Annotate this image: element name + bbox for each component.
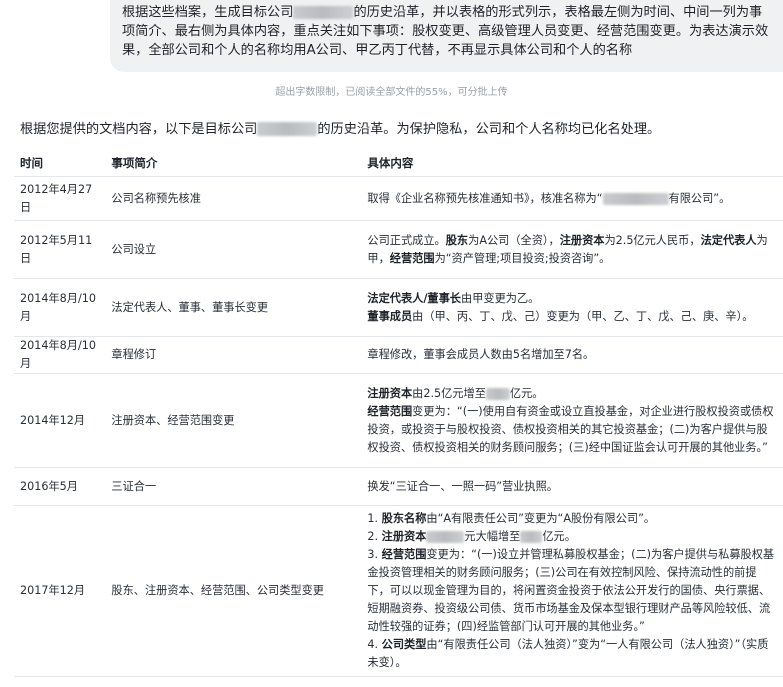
redacted-company-name <box>257 122 318 136</box>
row-item: 注册资本、经营范围变更 <box>105 373 362 468</box>
user-message-text-1: 根据这些档案，生成目标公司 <box>122 5 294 20</box>
list-number: 3. <box>367 548 382 561</box>
row-detail: 取得《企业名称预先核准通知书》，核准名称为“ 有限公司”。 <box>361 176 783 221</box>
detail-bold: 法定代表人/董事长 <box>367 291 461 305</box>
detail-bold: 股东名称 <box>381 512 427 525</box>
detail-bold: 经营范围 <box>367 404 413 418</box>
list-number: 4. <box>367 638 382 651</box>
response-intro: 根据您提供的文档内容，以下是目标公司 的历史沿革。为保护隐私，公司和个人名称均已化… <box>20 118 660 137</box>
detail-bold: 董事成员 <box>367 309 413 323</box>
row-detail: 换发“三证合一、一照一码”营业执照。 <box>361 467 783 506</box>
history-table: 时间 事项简介 具体内容 2012年4月27日 公司名称预先核准 取得《企业名称… <box>14 150 783 677</box>
detail-text: 取得《企业名称预先核准通知书》，核准名称为“ <box>367 191 603 205</box>
detail-text: 元大幅增至 <box>464 530 521 543</box>
row-detail: 法定代表人/董事长由甲变更为乙。 董事成员由（甲、丙、丁、戊、己）变更为（甲、乙… <box>361 278 783 337</box>
table-row: 2014年8月/10月 法定代表人、董事、董事长变更 法定代表人/董事长由甲变更… <box>14 278 783 337</box>
detail-bold: 公司类型 <box>381 638 427 651</box>
row-item: 章程修订 <box>105 336 362 374</box>
list-number: 1. <box>367 512 382 525</box>
redacted-company-name <box>293 5 354 19</box>
detail-text: 为“资产管理;项目投资;投资咨询”。 <box>434 251 611 265</box>
row-detail: 注册资本由2.5亿元增至 亿元。 经营范围变更为：“(一)使用自有资金或设立直投基… <box>361 373 783 468</box>
header-detail: 具体内容 <box>361 150 783 177</box>
row-item: 股东、注册资本、经营范围、公司类型变更 <box>105 505 362 677</box>
header-item: 事项简介 <box>105 150 362 177</box>
row-detail: 章程修改，董事会成员人数由5名增加至7名。 <box>361 336 783 374</box>
detail-text: 为A公司（全资）， <box>468 233 560 247</box>
row-detail: 公司正式成立。股东为A公司（全资），注册资本为2.5亿元人民币，法定代表人为甲，… <box>361 220 783 279</box>
table-row: 2012年4月27日 公司名称预先核准 取得《企业名称预先核准通知书》，核准名称… <box>14 176 783 221</box>
intro-text-1: 根据您提供的文档内容，以下是目标公司 <box>20 122 258 137</box>
detail-bold: 注册资本 <box>559 233 605 247</box>
intro-text-2: 的历史沿革。为保护隐私，公司和个人名称均已化名处理。 <box>317 122 661 137</box>
row-date: 2014年12月 <box>14 373 106 468</box>
detail-bold: 法定代表人 <box>700 233 757 247</box>
detail-bold: 注册资本 <box>381 530 427 543</box>
detail-text: 公司正式成立。 <box>367 233 446 247</box>
redacted-name <box>602 192 669 205</box>
header-date: 时间 <box>14 150 106 177</box>
detail-bold: 经营范围 <box>389 251 435 265</box>
row-date: 2012年5月11日 <box>14 220 106 279</box>
row-date: 2017年12月 <box>14 505 106 677</box>
user-message-bubble: 根据这些档案，生成目标公司 的历史沿革，并以表格的形式列示，表格最左侧为时间、中间… <box>110 0 783 72</box>
row-detail: 1. 股东名称由“A有限责任公司”变更为“A股份有限公司”。 2. 注册资本 元大… <box>361 505 783 677</box>
detail-bold: 注册资本 <box>367 386 413 400</box>
list-number: 2. <box>367 530 382 543</box>
detail-text: 亿元。 <box>509 386 544 400</box>
detail-bold: 股东 <box>445 233 469 247</box>
redacted-amount <box>520 531 543 543</box>
table-header-row: 时间 事项简介 具体内容 <box>14 150 783 177</box>
table-row: 2016年5月 三证合一 换发“三证合一、一照一码”营业执照。 <box>14 467 783 506</box>
detail-bold: 经营范围 <box>381 548 427 561</box>
row-date: 2012年4月27日 <box>14 176 106 221</box>
upload-limit-hint: 超出字数限制，已阅读全部文件的55%，可分批上传 <box>275 87 508 98</box>
row-date: 2014年8月/10月 <box>14 278 106 337</box>
row-date: 2014年8月/10月 <box>14 336 106 374</box>
detail-text: 变更为：“(一)设立并管理私募股权基金；(二)为客户提供与私募股权基金投资管理相… <box>367 548 775 633</box>
detail-text: 为2.5亿元人民币， <box>604 233 701 247</box>
redacted-amount <box>485 387 510 400</box>
detail-text: 由“有限责任公司（法人独资）”变为“一人有限公司（法人独资）”（实质未变）。 <box>367 638 769 669</box>
detail-text: 变更为：“(一)使用自有资金或设立直投基金，对企业进行股权投资或债权投资，或投资… <box>367 404 774 454</box>
detail-text: 由（甲、丙、丁、戊、己）变更为（甲、乙、丁、戊、己、庚、辛）。 <box>412 309 754 323</box>
row-item: 公司设立 <box>105 220 362 279</box>
row-item: 法定代表人、董事、董事长变更 <box>105 278 362 337</box>
detail-text: 有限公司”。 <box>668 191 731 205</box>
detail-text: 由甲变更为乙。 <box>461 291 540 305</box>
row-date: 2016年5月 <box>14 467 106 506</box>
detail-text: 由2.5亿元增至 <box>412 386 486 400</box>
table-row: 2014年12月 注册资本、经营范围变更 注册资本由2.5亿元增至 亿元。 经营范… <box>14 373 783 468</box>
table-row: 2012年5月11日 公司设立 公司正式成立。股东为A公司（全资），注册资本为2… <box>14 220 783 279</box>
row-item: 三证合一 <box>105 467 362 506</box>
detail-text: 亿元。 <box>542 530 576 543</box>
detail-text: 由“A有限责任公司”变更为“A股份有限公司”。 <box>426 512 656 525</box>
row-item: 公司名称预先核准 <box>105 176 362 221</box>
redacted-amount <box>426 531 465 543</box>
table-row: 2014年8月/10月 章程修订 章程修改，董事会成员人数由5名增加至7名。 <box>14 336 783 374</box>
table-row: 2017年12月 股东、注册资本、经营范围、公司类型变更 1. 股东名称由“A有… <box>14 505 783 677</box>
